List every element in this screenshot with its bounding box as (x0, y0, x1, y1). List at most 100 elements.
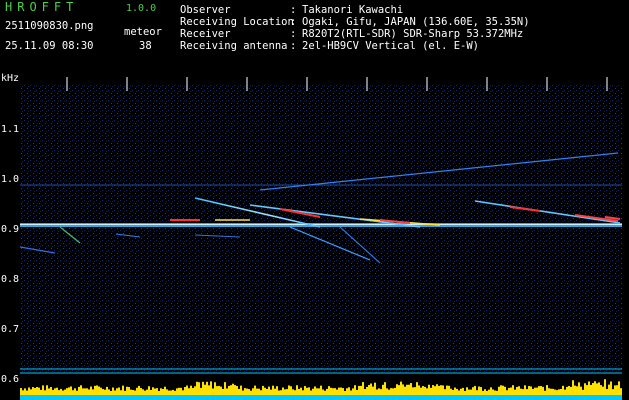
level-bar (472, 387, 474, 395)
level-bar (458, 390, 460, 395)
level-bar (376, 389, 378, 395)
level-bar (72, 390, 74, 395)
level-bar (218, 385, 220, 395)
level-bar (594, 381, 596, 395)
level-bar (370, 383, 372, 395)
level-bar (524, 385, 526, 395)
level-bar (576, 386, 578, 395)
level-bar (272, 385, 274, 395)
level-bar (70, 386, 72, 395)
level-bar (240, 385, 242, 395)
level-bar (204, 384, 206, 395)
y-tick-label: 0.8 (1, 274, 20, 285)
level-bar (548, 388, 550, 395)
level-bar (220, 386, 222, 395)
level-bar (526, 389, 528, 395)
level-bar (258, 388, 260, 395)
level-bar (278, 390, 280, 395)
level-bar (460, 388, 462, 395)
level-bar (360, 385, 362, 395)
level-bar (398, 385, 400, 395)
level-bar (496, 390, 498, 395)
level-bar (256, 388, 258, 395)
level-bar (394, 387, 396, 395)
level-bar (330, 387, 332, 395)
y-tick-label: 1.1 (1, 124, 20, 135)
level-bar (96, 385, 98, 395)
level-bar (478, 386, 480, 395)
level-bar (434, 386, 436, 395)
level-bar (540, 385, 542, 395)
level-bar (262, 385, 264, 395)
level-bar (616, 385, 618, 395)
level-bar (316, 388, 318, 395)
level-bar (520, 388, 522, 395)
level-bar (464, 390, 466, 395)
level-bar (382, 384, 384, 395)
level-bar (364, 389, 366, 395)
level-bar (118, 387, 120, 395)
level-bar (148, 386, 150, 395)
level-bar (162, 388, 164, 395)
level-bar (78, 386, 80, 395)
level-bar (514, 389, 516, 395)
level-bar (208, 385, 210, 395)
level-bar (500, 385, 502, 395)
level-bar (232, 383, 234, 395)
level-bar (52, 389, 54, 395)
level-bar (538, 386, 540, 395)
level-bar (384, 382, 386, 395)
level-bar (198, 382, 200, 395)
meteor-label: meteor (124, 26, 162, 38)
level-bar (560, 388, 562, 395)
level-bar (222, 388, 224, 395)
antenna-value: 2el-HB9CV Vertical (el. E-W) (302, 40, 480, 52)
level-bar (24, 388, 26, 395)
level-baseline (20, 395, 622, 400)
level-bar (410, 383, 412, 395)
level-bar (274, 388, 276, 395)
level-bar (192, 388, 194, 395)
level-bar (178, 387, 180, 395)
level-bar (106, 386, 108, 395)
level-bar (182, 390, 184, 395)
level-bar (418, 385, 420, 395)
level-bar (216, 386, 218, 395)
level-bar (404, 386, 406, 395)
level-bar (516, 386, 518, 395)
level-bar (592, 383, 594, 395)
level-bar (260, 390, 262, 395)
level-bar (344, 390, 346, 395)
level-bar (530, 386, 532, 395)
level-bar (184, 387, 186, 395)
level-bar (556, 390, 558, 395)
level-bar (350, 390, 352, 395)
level-bar (134, 390, 136, 395)
level-bar (352, 388, 354, 395)
level-bar (132, 389, 134, 395)
level-bar (572, 380, 574, 395)
level-bar (480, 387, 482, 395)
level-bar (562, 385, 564, 395)
level-bar (128, 387, 130, 395)
level-bar (588, 381, 590, 395)
level-bar (502, 385, 504, 395)
file-name: 2511090830.png (5, 20, 94, 32)
level-bar (276, 386, 278, 395)
level-bar (532, 388, 534, 395)
level-bar (48, 388, 50, 395)
level-bar (170, 390, 172, 395)
level-bar (438, 385, 440, 395)
level-bar (474, 385, 476, 395)
level-bar (54, 388, 56, 395)
level-bar (110, 390, 112, 395)
level-bar (172, 389, 174, 395)
level-bar (482, 390, 484, 395)
level-bar (286, 389, 288, 395)
level-bar (356, 389, 358, 395)
level-bar (476, 390, 478, 395)
observer-sep: : (290, 4, 297, 16)
level-bar (194, 386, 196, 395)
level-bar (580, 386, 582, 395)
level-bar (606, 389, 608, 395)
